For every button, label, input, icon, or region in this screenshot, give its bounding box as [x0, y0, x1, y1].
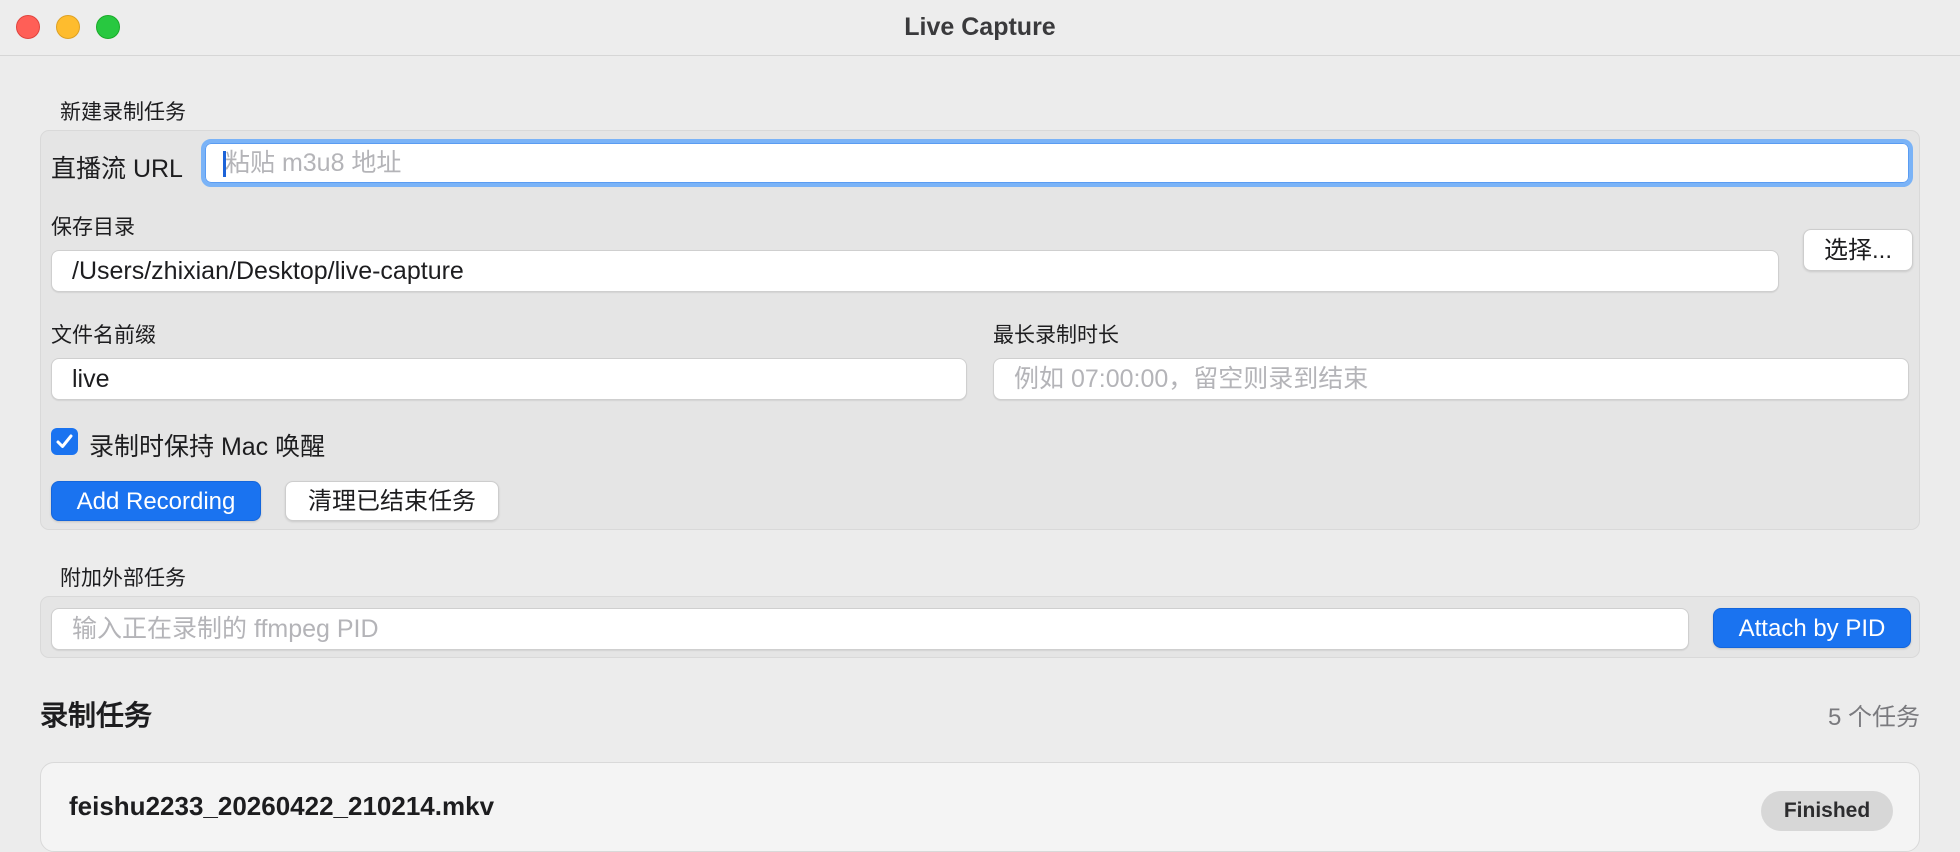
task-count: 5 个任务: [1827, 704, 1920, 731]
stream-url-input[interactable]: [201, 139, 1913, 187]
filename-prefix-input[interactable]: [51, 358, 967, 400]
keep-awake-checkbox[interactable]: [51, 428, 78, 455]
task-filename: feishu2233_20260422_210214.mkv: [69, 791, 495, 821]
save-dir-label: 保存目录: [51, 216, 135, 239]
text-caret: [223, 151, 226, 177]
task-card[interactable]: feishu2233_20260422_210214.mkv Finished: [40, 762, 1920, 852]
stream-url-label: 直播流 URL: [51, 155, 183, 183]
max-duration-input[interactable]: [993, 358, 1909, 400]
attach-group: Attach by PID: [40, 596, 1920, 658]
tasks-header: 录制任务: [40, 700, 153, 731]
max-duration-label: 最长录制时长: [993, 324, 1119, 347]
new-task-group: 直播流 URL 保存目录 选择... 文件名前缀 最长录制时长 录制时保持 Ma…: [40, 130, 1920, 530]
new-task-section-title: 新建录制任务: [60, 101, 186, 124]
clear-finished-button[interactable]: 清理已结束任务: [285, 481, 499, 521]
attach-by-pid-button[interactable]: Attach by PID: [1713, 608, 1911, 648]
filename-prefix-label: 文件名前缀: [51, 324, 156, 347]
checkmark-icon: [56, 434, 73, 448]
attach-section-title: 附加外部任务: [60, 567, 186, 590]
keep-awake-label: 录制时保持 Mac 唤醒: [89, 433, 326, 461]
choose-dir-button[interactable]: 选择...: [1803, 229, 1913, 271]
add-recording-button[interactable]: Add Recording: [51, 481, 261, 521]
title-bar: Live Capture: [0, 0, 1960, 56]
save-dir-input[interactable]: [51, 250, 1779, 292]
pid-input[interactable]: [51, 608, 1689, 650]
window-title: Live Capture: [904, 13, 1056, 41]
status-badge: Finished: [1761, 791, 1893, 831]
